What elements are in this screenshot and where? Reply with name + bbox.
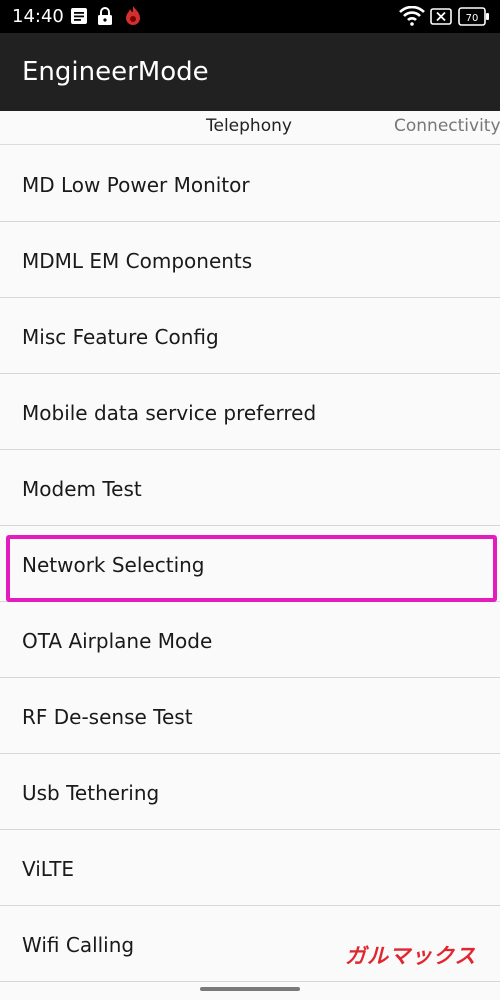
page-title: EngineerMode xyxy=(22,57,209,87)
list-item[interactable]: OTA Airplane Mode xyxy=(0,602,500,678)
list-item[interactable]: ViLTE xyxy=(0,830,500,906)
list-item-label: RF De-sense Test xyxy=(22,705,193,729)
app-bar: EngineerMode xyxy=(0,33,500,111)
list-item[interactable]: MDML EM Components xyxy=(0,222,500,298)
gesture-nav-bar[interactable] xyxy=(200,987,300,991)
list-item-label: ViLTE xyxy=(22,857,75,881)
list-item[interactable]: Modem Test xyxy=(0,450,500,526)
list-item-label: Misc Feature Config xyxy=(22,325,219,349)
message-icon xyxy=(70,7,88,29)
list-item-label: Modem Test xyxy=(22,477,142,501)
watermark-logo: ガルマックス xyxy=(345,944,477,968)
list-item-label: Wifi Calling xyxy=(22,933,135,957)
battery-icon: 70 xyxy=(458,7,490,30)
lock-icon xyxy=(97,7,113,30)
list-item[interactable]: Usb Tethering xyxy=(0,754,500,830)
tab-connectivity[interactable]: Connectivity xyxy=(394,115,500,137)
tab-strip: Telephony Connectivity xyxy=(0,111,500,145)
tab-telephony[interactable]: Telephony xyxy=(206,115,292,137)
list-item[interactable]: RF De-sense Test xyxy=(0,678,500,754)
screen: 14:40 70 EngineerMode Telephony Connecti… xyxy=(0,0,500,1000)
list-item-label: OTA Airplane Mode xyxy=(22,629,213,653)
list-item[interactable]: Mobile data service preferred xyxy=(0,374,500,450)
list-item-label: Usb Tethering xyxy=(22,781,160,805)
status-time: 14:40 xyxy=(12,6,64,27)
list-item-label: MDML EM Components xyxy=(22,249,253,273)
list-item-label: Mobile data service preferred xyxy=(22,401,317,425)
battery-level: 70 xyxy=(466,13,479,24)
no-sim-icon xyxy=(430,8,452,29)
list-item-label: MD Low Power Monitor xyxy=(22,173,250,197)
list-item[interactable]: MD Low Power Monitor xyxy=(0,146,500,222)
highlight-box xyxy=(6,535,497,602)
app-flame-icon xyxy=(122,5,144,31)
list-item[interactable]: Misc Feature Config xyxy=(0,298,500,374)
wifi-icon xyxy=(399,5,425,30)
status-bar: 14:40 70 xyxy=(0,0,500,33)
